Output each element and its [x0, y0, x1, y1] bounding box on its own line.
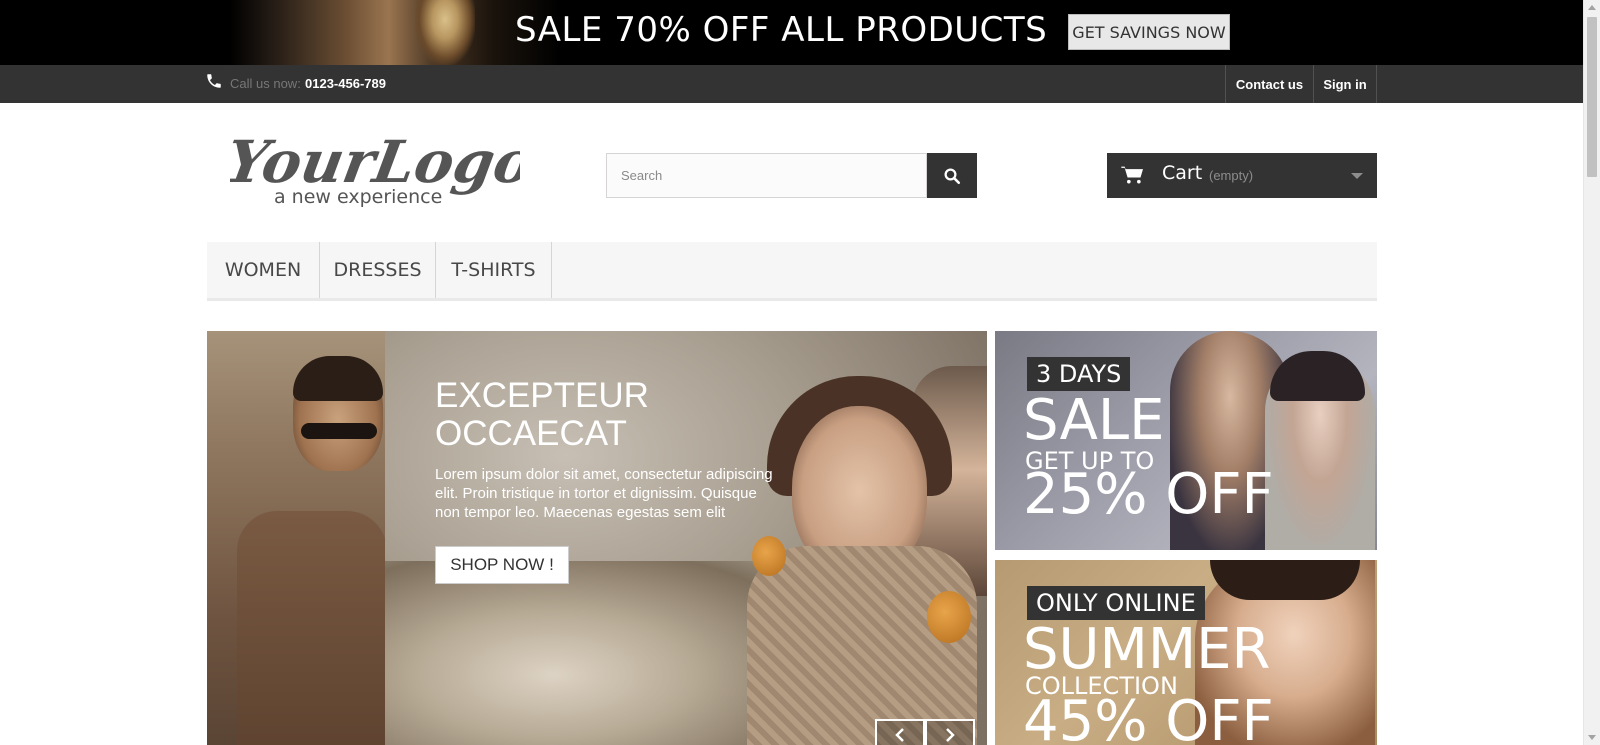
cart-icon — [1121, 166, 1143, 184]
sign-in-link[interactable]: Sign in — [1313, 65, 1377, 103]
banner-woman-hair — [1210, 560, 1360, 600]
call-us-label: Call us now: — [230, 76, 301, 91]
menu-item-women[interactable]: WOMEN — [207, 242, 320, 298]
chevron-down-icon — [1351, 173, 1363, 179]
phone-icon — [207, 74, 221, 88]
slider-prev-button[interactable] — [875, 719, 925, 745]
promo-headline: SALE 70% OFF ALL PRODUCTS — [515, 10, 1048, 50]
banner-headline: SALE — [1023, 388, 1165, 453]
menu-item-dresses[interactable]: DRESSES — [320, 242, 436, 298]
scroll-up-arrow-icon[interactable] — [1588, 5, 1596, 10]
search-input[interactable] — [607, 154, 926, 197]
vertical-scrollbar[interactable] — [1583, 0, 1600, 745]
phone-number: 0123-456-789 — [305, 76, 386, 91]
sale-banner[interactable]: 3 DAYS SALE GET UP TO 25% OFF — [995, 331, 1377, 550]
slide-flowers — [385, 561, 805, 745]
main-menu: WOMEN DRESSES T-SHIRTS — [207, 242, 1377, 301]
slide-title: EXCEPTEUR OCCAECAT — [435, 377, 765, 453]
banner-woman-hair — [1270, 351, 1365, 401]
page: SALE 70% OFF ALL PRODUCTS GET SAVINGS NO… — [0, 0, 1600, 745]
slide-title-line-1: EXCEPTEUR — [435, 376, 649, 415]
shop-now-button[interactable]: SHOP NOW ! — [435, 546, 569, 584]
slide-title-line-2: OCCAECAT — [435, 414, 627, 453]
slider-next-button[interactable] — [925, 719, 975, 745]
get-savings-button[interactable]: GET SAVINGS NOW — [1068, 14, 1230, 50]
banner-offer: 25% OFF — [1023, 462, 1274, 527]
chevron-left-icon — [895, 728, 904, 742]
site-logo[interactable]: YourLogo a new experience — [230, 120, 520, 210]
homepage-slider[interactable]: EXCEPTEUR OCCAECAT Lorem ipsum dolor sit… — [207, 331, 987, 745]
banner-tag: 3 DAYS — [1027, 357, 1131, 391]
promo-photo — [230, 0, 560, 65]
cart-button[interactable]: Cart (empty) — [1107, 153, 1377, 198]
chevron-right-icon — [946, 728, 955, 742]
search-button[interactable] — [927, 153, 977, 198]
promo-model-image — [415, 0, 475, 65]
slide-man-sunglasses — [301, 423, 377, 439]
search-box — [606, 153, 927, 198]
banner-tag: ONLY ONLINE — [1027, 586, 1205, 620]
search-icon — [944, 168, 961, 184]
scroll-down-arrow-icon[interactable] — [1588, 735, 1596, 740]
contact-us-link[interactable]: Contact us — [1225, 65, 1313, 103]
slide-description: Lorem ipsum dolor sit amet, consectetur … — [435, 466, 773, 521]
menu-item-t-shirts[interactable]: T-SHIRTS — [436, 242, 552, 298]
promo-banner[interactable]: SALE 70% OFF ALL PRODUCTS GET SAVINGS NO… — [0, 0, 1583, 65]
slide-scarf — [747, 546, 977, 745]
cart-status: (empty) — [1209, 168, 1254, 183]
slide-pompom — [927, 591, 971, 643]
cart-label: Cart — [1162, 162, 1203, 184]
svg-text:a new experience: a new experience — [274, 186, 442, 208]
summer-collection-banner[interactable]: ONLY ONLINE SUMMER COLLECTION 45% OFF — [995, 560, 1377, 745]
banner-offer: 45% OFF — [1023, 689, 1274, 745]
slide-man-jacket — [237, 511, 387, 745]
slide-pompom — [752, 536, 786, 576]
banner-headline: SUMMER — [1023, 617, 1271, 682]
scrollbar-thumb[interactable] — [1587, 17, 1597, 177]
